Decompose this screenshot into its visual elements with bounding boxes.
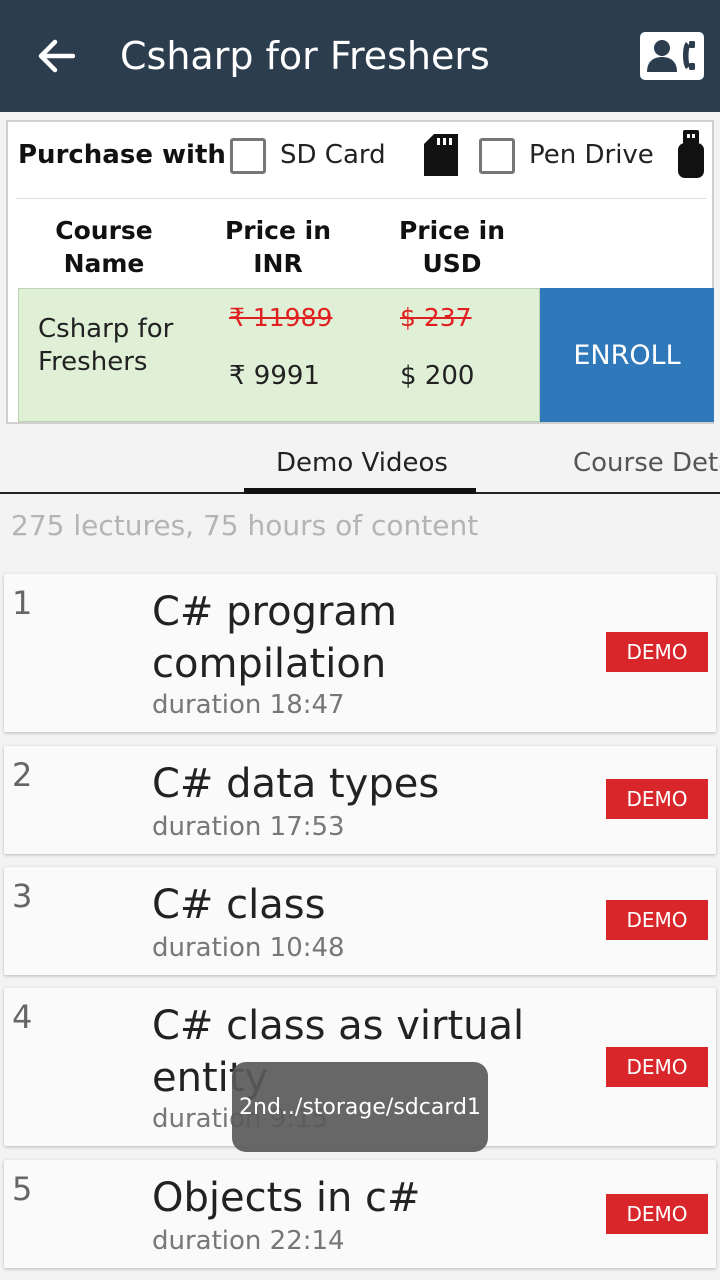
lecture-title: C# class: [152, 882, 326, 928]
tab-demo-videos[interactable]: Demo Videos: [276, 448, 448, 478]
lecture-title: Objects in c#: [152, 1175, 421, 1221]
divider: [16, 198, 706, 199]
list-item[interactable]: 3 C# class duration 10:48 DEMO: [4, 867, 716, 975]
lecture-duration: duration 10:48: [152, 933, 345, 963]
page-title: Csharp for Freshers: [120, 34, 490, 78]
list-item[interactable]: 2 C# data types duration 17:53 DEMO: [4, 746, 716, 854]
tab-bar: Demo Videos Course Deta: [0, 432, 720, 494]
column-header-course-name: Course Name: [55, 216, 153, 278]
lecture-number: 3: [12, 877, 33, 915]
lecture-number: 1: [12, 584, 33, 622]
tab-course-details[interactable]: Course Deta: [573, 448, 720, 478]
tab-indicator: [244, 488, 476, 494]
lecture-number: 5: [12, 1170, 33, 1208]
sd-card-icon: [424, 134, 458, 180]
app-bar: Csharp for Freshers: [0, 0, 720, 112]
purchase-options-row: Purchase with SD Card Pen Drive: [8, 122, 712, 198]
list-item[interactable]: 5 Objects in c# duration 22:14 DEMO: [4, 1160, 716, 1268]
lecture-duration: duration 18:47: [152, 690, 345, 720]
demo-button[interactable]: DEMO: [606, 632, 708, 672]
lecture-title: C# data types: [152, 761, 440, 807]
demo-button[interactable]: DEMO: [606, 1047, 708, 1087]
lecture-number: 2: [12, 756, 33, 794]
list-item[interactable]: 1 C# program compilation duration 18:47 …: [4, 574, 716, 732]
back-button[interactable]: [30, 32, 82, 80]
purchase-label: Purchase with: [18, 140, 226, 170]
price-row: Csharp for Freshers ₹ 11989 ₹ 9991 $ 237…: [18, 288, 540, 422]
price-usd: $ 200: [400, 361, 475, 391]
lecture-title: C# program compilation: [152, 589, 397, 687]
demo-button[interactable]: DEMO: [606, 779, 708, 819]
sd-card-label[interactable]: SD Card: [280, 140, 386, 170]
lecture-summary: 275 lectures, 75 hours of content: [11, 509, 479, 542]
column-header-price-usd: Price in USD: [398, 216, 506, 278]
lecture-duration: duration 17:53: [152, 812, 345, 842]
arrow-left-icon: [38, 39, 75, 73]
purchase-card: Purchase with SD Card Pen Drive Course N…: [6, 120, 714, 424]
price-inr: ₹ 9991: [229, 361, 320, 391]
enroll-button[interactable]: ENROLL: [540, 288, 714, 422]
old-price-usd: $ 237: [400, 303, 472, 332]
usb-drive-icon: [676, 130, 706, 182]
course-name: Csharp for Freshers: [38, 314, 174, 377]
contact-button[interactable]: [640, 32, 704, 80]
pen-drive-checkbox[interactable]: [479, 138, 515, 174]
demo-button[interactable]: DEMO: [606, 1194, 708, 1234]
old-price-inr: ₹ 11989: [229, 303, 333, 332]
contact-phone-icon: [647, 40, 695, 72]
column-header-price-inr: Price in INR: [224, 216, 332, 278]
lecture-number: 4: [12, 998, 33, 1036]
demo-button[interactable]: DEMO: [606, 900, 708, 940]
pen-drive-label[interactable]: Pen Drive: [529, 140, 654, 170]
lecture-duration: duration 22:14: [152, 1226, 345, 1256]
sd-card-checkbox[interactable]: [230, 138, 266, 174]
toast-message: 2nd../storage/sdcard1: [232, 1062, 488, 1152]
